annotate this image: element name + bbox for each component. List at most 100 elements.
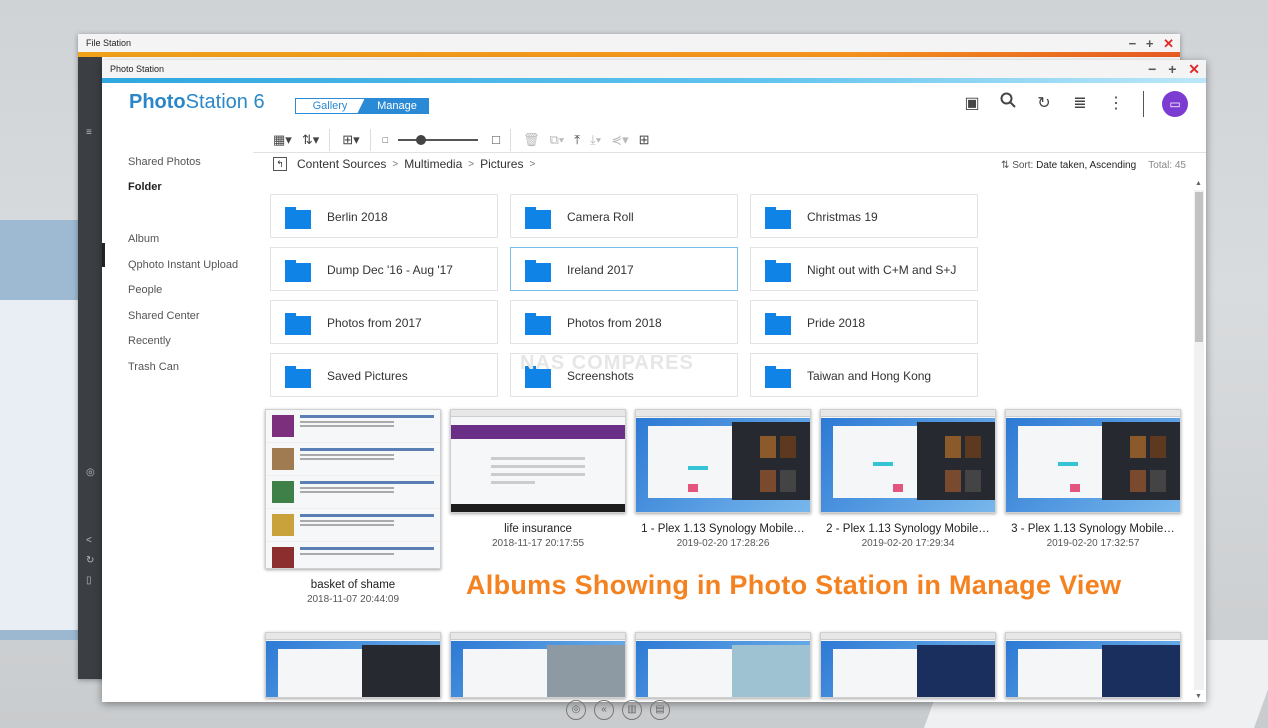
photo-item[interactable] <box>450 632 626 698</box>
dock-grid-icon[interactable]: ▥ <box>622 700 642 720</box>
sidebar-item-qphoto-instant-upload[interactable]: Qphoto Instant Upload <box>128 259 238 271</box>
slideshow-icon[interactable]: ▣ <box>959 91 985 117</box>
photo-thumbnail[interactable] <box>1005 632 1181 698</box>
scroll-down-icon[interactable]: ▼ <box>1195 693 1202 700</box>
photo-thumbnail[interactable] <box>820 632 996 698</box>
trash-icon[interactable]: ▯ <box>86 575 92 586</box>
folder-card[interactable]: Ireland 2017 <box>510 247 738 291</box>
sidebar-active-indicator <box>102 243 105 267</box>
photo-item[interactable]: life insurance 2018-11-17 20:17:55 <box>450 409 626 549</box>
close-button[interactable]: ✕ <box>1163 36 1174 51</box>
photo-item[interactable] <box>635 632 811 698</box>
photo-thumbnail[interactable] <box>265 409 441 569</box>
close-button[interactable]: ✕ <box>1188 61 1200 77</box>
photo-thumbnail[interactable] <box>450 409 626 513</box>
folder-card[interactable]: Saved Pictures <box>270 353 498 397</box>
copy-icon[interactable]: ⧉▾ <box>549 132 564 148</box>
zoom-in-icon[interactable]: □ <box>492 132 500 147</box>
thumbnail-content <box>491 481 535 484</box>
photo-item[interactable] <box>265 632 441 698</box>
breadcrumb-item[interactable]: Pictures <box>480 157 523 171</box>
photo-item[interactable]: 2 - Plex 1.13 Synology Mobile… 2019-02-2… <box>820 409 996 549</box>
more-icon[interactable]: ⋮ <box>1103 91 1129 117</box>
folder-card[interactable]: Camera Roll <box>510 194 738 238</box>
zoom-slider-knob[interactable] <box>416 134 427 145</box>
sidebar-item-album[interactable]: Album <box>128 233 159 245</box>
search-icon[interactable] <box>995 91 1021 117</box>
photo-thumbnail[interactable] <box>635 409 811 513</box>
network-icon[interactable]: ◎ <box>86 467 95 478</box>
refresh-icon[interactable]: ↻ <box>1031 91 1057 117</box>
minimize-button[interactable]: − <box>1129 36 1137 51</box>
maximize-button[interactable]: + <box>1168 61 1176 77</box>
folder-card[interactable]: Taiwan and Hong Kong <box>750 353 978 397</box>
folder-card[interactable]: Pride 2018 <box>750 300 978 344</box>
sidebar-item-folder[interactable]: Folder <box>128 181 162 193</box>
delete-icon[interactable]: 🗑 <box>523 132 540 148</box>
logo-text: Station 6 <box>185 91 265 113</box>
photo-thumbnail[interactable] <box>265 632 441 698</box>
menu-icon[interactable]: ≡ <box>86 127 92 138</box>
folder-card[interactable]: Christmas 19 <box>750 194 978 238</box>
download-icon[interactable]: ⤓▾ <box>590 132 601 148</box>
folder-card[interactable]: Dump Dec '16 - Aug '17 <box>270 247 498 291</box>
dock-notes-icon[interactable]: ▤ <box>650 700 670 720</box>
sidebar-item-people[interactable]: People <box>128 284 162 296</box>
breadcrumb-item[interactable]: Multimedia <box>404 157 462 171</box>
background-task-icon[interactable]: ≣ <box>1067 91 1093 117</box>
zoom-slider[interactable] <box>398 134 479 145</box>
thumbnail-content <box>648 649 738 697</box>
folder-card[interactable]: Berlin 2018 <box>270 194 498 238</box>
select-all-icon[interactable]: ⊞ <box>639 132 650 148</box>
photo-item[interactable] <box>1005 632 1181 698</box>
file-station-accent-bar <box>78 52 1180 57</box>
thumbnail-content <box>780 436 796 458</box>
bottom-dock: ◎ « ▥ ▤ <box>566 700 678 720</box>
desktop-wallpaper-shape <box>0 300 90 630</box>
dock-back-icon[interactable]: « <box>594 700 614 720</box>
gallery-mode-button[interactable]: Gallery <box>295 98 365 114</box>
thumbnail-content <box>1006 633 1180 640</box>
thumbnail-content <box>547 645 625 697</box>
add-icon[interactable]: ⊞▾ <box>342 132 359 148</box>
scrollbar-thumb[interactable] <box>1195 192 1203 342</box>
sort-icon: ⇅ <box>1001 160 1013 171</box>
sort-info[interactable]: ⇅ Sort: Date taken, Ascending Total: 45 <box>1001 160 1186 171</box>
dock-app-icon[interactable]: ◎ <box>566 700 586 720</box>
back-icon[interactable]: ↰ <box>273 157 287 171</box>
sidebar-item-shared-photos[interactable]: Shared Photos <box>128 156 201 168</box>
share-icon[interactable]: ⋞▾ <box>611 132 628 148</box>
view-mode-icon[interactable]: ▦▾ <box>273 132 292 148</box>
sync-icon[interactable]: ↻ <box>86 555 94 566</box>
photo-item[interactable] <box>820 632 996 698</box>
photo-item[interactable]: 1 - Plex 1.13 Synology Mobile… 2019-02-2… <box>635 409 811 549</box>
photo-item[interactable]: basket of shame 2018-11-07 20:44:09 <box>265 409 441 605</box>
sort-icon[interactable]: ⇅▾ <box>302 132 319 148</box>
sidebar-item-shared-center[interactable]: Shared Center <box>128 310 200 322</box>
folder-card[interactable]: Photos from 2017 <box>270 300 498 344</box>
folder-card[interactable]: Night out with C+M and S+J <box>750 247 978 291</box>
folder-name: Taiwan and Hong Kong <box>807 369 932 383</box>
manage-mode-button[interactable]: Manage <box>357 98 429 114</box>
vertical-scrollbar[interactable]: ▲ ▼ <box>1194 180 1204 700</box>
user-avatar[interactable]: ▭ <box>1162 91 1188 117</box>
photo-item[interactable]: 3 - Plex 1.13 Synology Mobile… 2019-02-2… <box>1005 409 1181 549</box>
sidebar-item-trash-can[interactable]: Trash Can <box>128 361 179 373</box>
scroll-up-icon[interactable]: ▲ <box>1195 180 1202 187</box>
share-icon[interactable]: < <box>86 535 92 546</box>
photo-thumbnail[interactable] <box>820 409 996 513</box>
sort-value[interactable]: Date taken, Ascending <box>1036 160 1136 171</box>
maximize-button[interactable]: + <box>1146 36 1154 51</box>
photo-station-window[interactable]: Photo Station − + ✕ PhotoStation 6 Galle… <box>102 60 1206 702</box>
photo-thumbnail[interactable] <box>1005 409 1181 513</box>
photo-thumbnail[interactable] <box>635 632 811 698</box>
thumbnail-content <box>272 415 294 437</box>
photo-thumbnail[interactable] <box>450 632 626 698</box>
breadcrumb-item[interactable]: Content Sources <box>297 157 386 171</box>
folder-card[interactable]: Photos from 2018 <box>510 300 738 344</box>
minimize-button[interactable]: − <box>1148 61 1156 77</box>
sidebar-item-recently[interactable]: Recently <box>128 335 171 347</box>
zoom-out-icon[interactable]: □ <box>383 135 388 145</box>
upload-icon[interactable]: ⤒ <box>574 132 580 148</box>
folder-name: Berlin 2018 <box>327 210 388 224</box>
